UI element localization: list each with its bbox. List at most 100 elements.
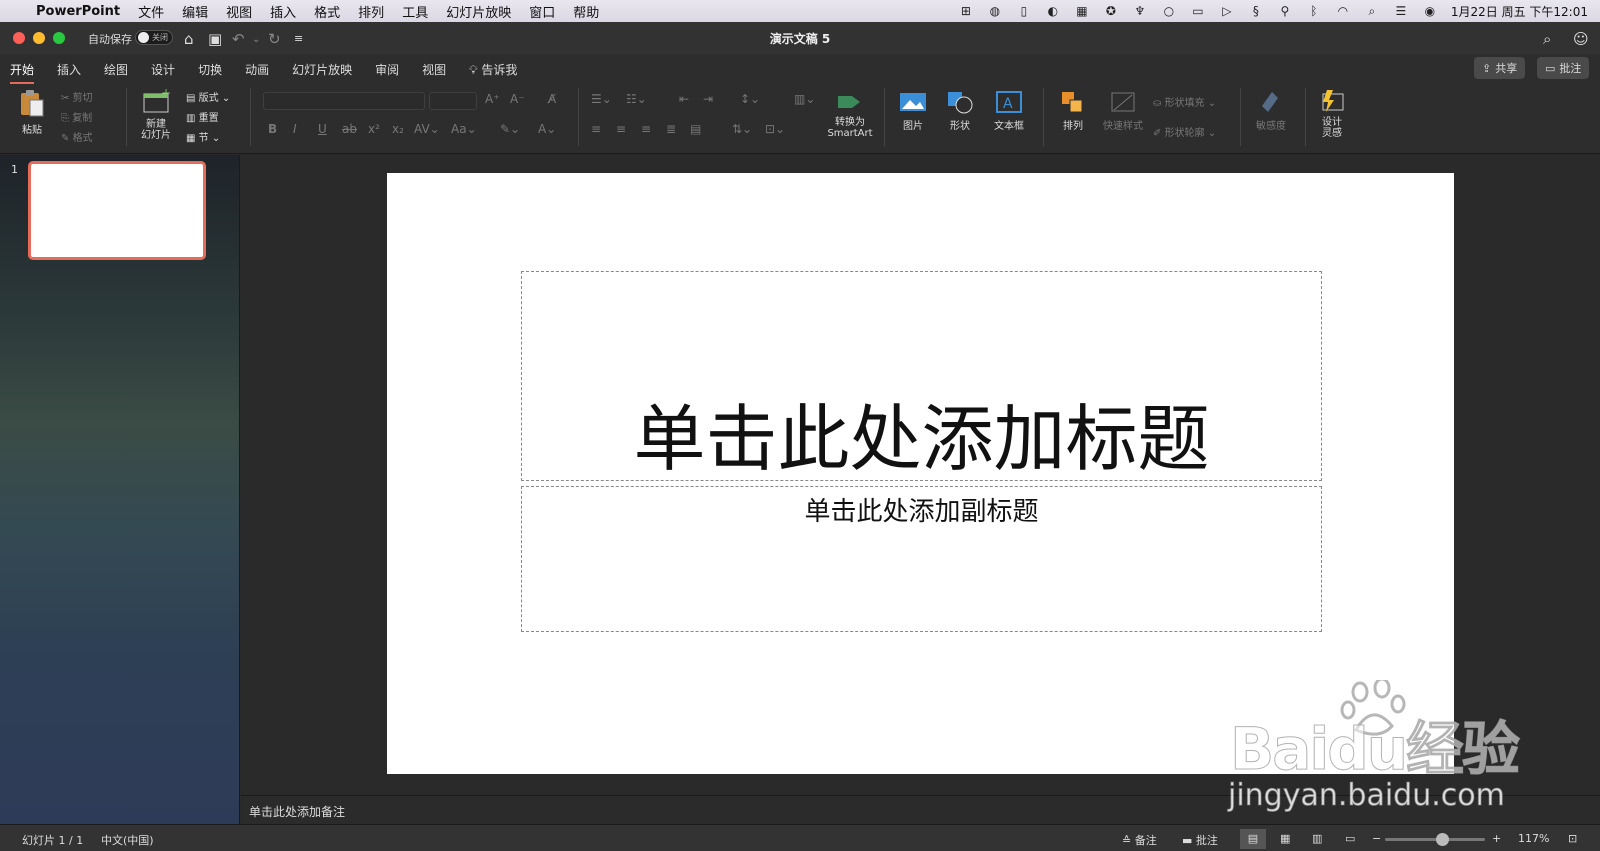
textbox-button[interactable]: A 文本框 — [988, 90, 1030, 132]
comments-toggle[interactable]: ▬ 批注 — [1182, 832, 1218, 848]
input-method-icon[interactable]: ⊞ — [958, 4, 974, 18]
tab-home[interactable]: 开始 — [10, 61, 35, 84]
siri-icon[interactable]: ◉ — [1422, 4, 1438, 18]
italic-icon[interactable]: I — [293, 122, 297, 136]
character-spacing-icon[interactable]: AV⌄ — [414, 122, 440, 136]
menu-arrange[interactable]: 排列 — [358, 2, 384, 21]
notes-toggle[interactable]: ≙ 备注 — [1122, 832, 1157, 848]
camera-icon[interactable]: ▭ — [1190, 4, 1206, 18]
tab-view[interactable]: 视图 — [422, 61, 446, 78]
shape-outline-button[interactable]: ✐ 形状轮廓 ⌄ — [1153, 124, 1216, 139]
font-size-select[interactable] — [429, 92, 477, 110]
format-painter-button[interactable]: ✎ 格式 — [61, 129, 93, 144]
subtitle-placeholder[interactable]: 单击此处添加副标题 — [521, 486, 1322, 632]
designer-button[interactable]: 设计 灵感 — [1314, 88, 1350, 139]
person-icon[interactable]: ☺ — [1573, 30, 1589, 48]
battery-icon[interactable]: ▯ — [1016, 4, 1032, 18]
paste-button[interactable]: 粘贴 — [12, 88, 52, 136]
decrease-font-icon[interactable]: A⁻ — [510, 92, 525, 106]
distributed-icon[interactable]: ▤ — [690, 122, 701, 136]
s-icon[interactable]: § — [1248, 4, 1264, 18]
shape-fill-button[interactable]: ⛀ 形状填充 ⌄ — [1153, 94, 1216, 109]
circle-icon[interactable]: ○ — [1161, 4, 1177, 18]
tab-insert[interactable]: 插入 — [57, 61, 81, 78]
zoom-out-icon[interactable]: − — [1372, 832, 1381, 845]
comments-button[interactable]: ▭ 批注 — [1537, 57, 1590, 79]
zoom-level[interactable]: 117% — [1518, 832, 1549, 845]
underline-icon[interactable]: U — [318, 122, 327, 136]
menu-insert[interactable]: 插入 — [270, 2, 296, 21]
menu-tools[interactable]: 工具 — [402, 2, 428, 21]
control-center-icon[interactable]: ☰ — [1393, 4, 1409, 18]
slide-sorter-icon[interactable]: ▦ — [1280, 832, 1290, 845]
align-right-icon[interactable]: ≡ — [641, 122, 651, 136]
title-placeholder[interactable]: 单击此处添加标题 — [521, 271, 1322, 481]
app-icon[interactable]: ✪ — [1103, 4, 1119, 18]
language-indicator[interactable]: 中文(中国) — [101, 832, 154, 848]
tab-transitions[interactable]: 切换 — [198, 61, 222, 78]
notes-pane[interactable]: 单击此处添加备注 — [241, 795, 1600, 824]
cut-button[interactable]: ✂ 剪切 — [61, 89, 93, 104]
reset-button[interactable]: ▥ 重置 — [186, 109, 219, 124]
change-case-icon[interactable]: Aa⌄ — [451, 122, 477, 136]
superscript-icon[interactable]: x² — [368, 122, 380, 136]
copy-button[interactable]: ⎘ 复制 — [61, 109, 92, 124]
tab-draw[interactable]: 绘图 — [104, 61, 128, 78]
align-text-icon[interactable]: ⊡⌄ — [765, 122, 785, 136]
feather-icon[interactable]: ♆ — [1132, 4, 1148, 18]
decrease-indent-icon[interactable]: ⇤ — [679, 92, 689, 106]
zoom-slider-knob[interactable] — [1436, 833, 1449, 846]
increase-indent-icon[interactable]: ⇥ — [703, 92, 713, 106]
convert-smartart-button[interactable]: 转换为 SmartArt — [822, 90, 878, 139]
wechat-icon[interactable]: ◍ — [987, 4, 1003, 18]
tab-slideshow[interactable]: 幻灯片放映 — [292, 61, 352, 78]
sync-icon[interactable]: ◐ — [1045, 4, 1061, 18]
subscript-icon[interactable]: x₂ — [392, 122, 404, 136]
font-color-icon[interactable]: A⌄ — [538, 122, 556, 136]
align-left-icon[interactable]: ≡ — [591, 122, 601, 136]
slideshow-view-icon[interactable]: ▭ — [1345, 832, 1355, 845]
columns-icon[interactable]: ▥⌄ — [794, 92, 815, 106]
menu-slideshow[interactable]: 幻灯片放映 — [446, 2, 511, 21]
share-button[interactable]: ⇪ 共享 — [1474, 57, 1526, 79]
tell-me-button[interactable]: 💡︎ 告诉我 — [469, 61, 517, 78]
slide-canvas[interactable]: 单击此处添加标题 单击此处添加副标题 — [387, 173, 1454, 774]
new-slide-button[interactable]: + 新建 幻灯片 — [135, 88, 177, 141]
bluetooth-icon[interactable]: ᛒ — [1306, 4, 1322, 18]
bold-icon[interactable]: B — [268, 122, 277, 136]
app-menu[interactable]: PowerPoint — [36, 4, 120, 19]
section-button[interactable]: ▦ 节 ⌄ — [186, 129, 220, 144]
shape-button[interactable]: 形状 — [940, 90, 980, 132]
search-icon[interactable]: ⌕ — [1543, 30, 1551, 48]
normal-view-icon[interactable]: ▤ — [1240, 829, 1266, 849]
menu-format[interactable]: 格式 — [314, 2, 340, 21]
menu-window[interactable]: 窗口 — [529, 2, 555, 21]
justify-icon[interactable]: ≣ — [666, 122, 676, 136]
menu-edit[interactable]: 编辑 — [182, 2, 208, 21]
mic-icon[interactable]: ⚲ — [1277, 4, 1293, 18]
increase-font-icon[interactable]: A⁺ — [485, 92, 500, 106]
sensitivity-button[interactable]: 敏感度 — [1249, 90, 1293, 132]
menu-view[interactable]: 视图 — [226, 2, 252, 21]
tab-design[interactable]: 设计 — [151, 61, 175, 78]
text-direction-icon[interactable]: ⇅⌄ — [732, 122, 752, 136]
font-family-select[interactable] — [263, 92, 425, 110]
zoom-slider[interactable] — [1385, 833, 1485, 846]
tab-review[interactable]: 审阅 — [375, 61, 399, 78]
clock[interactable]: 1月22日 周五 下午12:01 — [1451, 3, 1588, 20]
align-center-icon[interactable]: ≡ — [616, 122, 626, 136]
menu-file[interactable]: 文件 — [138, 2, 164, 21]
zoom-in-icon[interactable]: + — [1492, 832, 1501, 845]
arrange-button[interactable]: 排列 — [1053, 90, 1093, 132]
numbering-icon[interactable]: ☷⌄ — [626, 92, 647, 106]
bullets-icon[interactable]: ☰⌄ — [591, 92, 612, 106]
strikethrough-icon[interactable]: ab — [342, 122, 357, 136]
play-icon[interactable]: ▷ — [1219, 4, 1235, 18]
tab-animations[interactable]: 动画 — [245, 61, 269, 78]
reading-view-icon[interactable]: ▥ — [1312, 832, 1322, 845]
layout-button[interactable]: ▤ 版式 ⌄ — [186, 89, 230, 104]
menu-help[interactable]: 帮助 — [573, 2, 599, 21]
quick-styles-button[interactable]: 快速样式 — [1101, 90, 1145, 132]
grid-icon[interactable]: ▦ — [1074, 4, 1090, 18]
highlight-icon[interactable]: ✎⌄ — [500, 122, 520, 136]
